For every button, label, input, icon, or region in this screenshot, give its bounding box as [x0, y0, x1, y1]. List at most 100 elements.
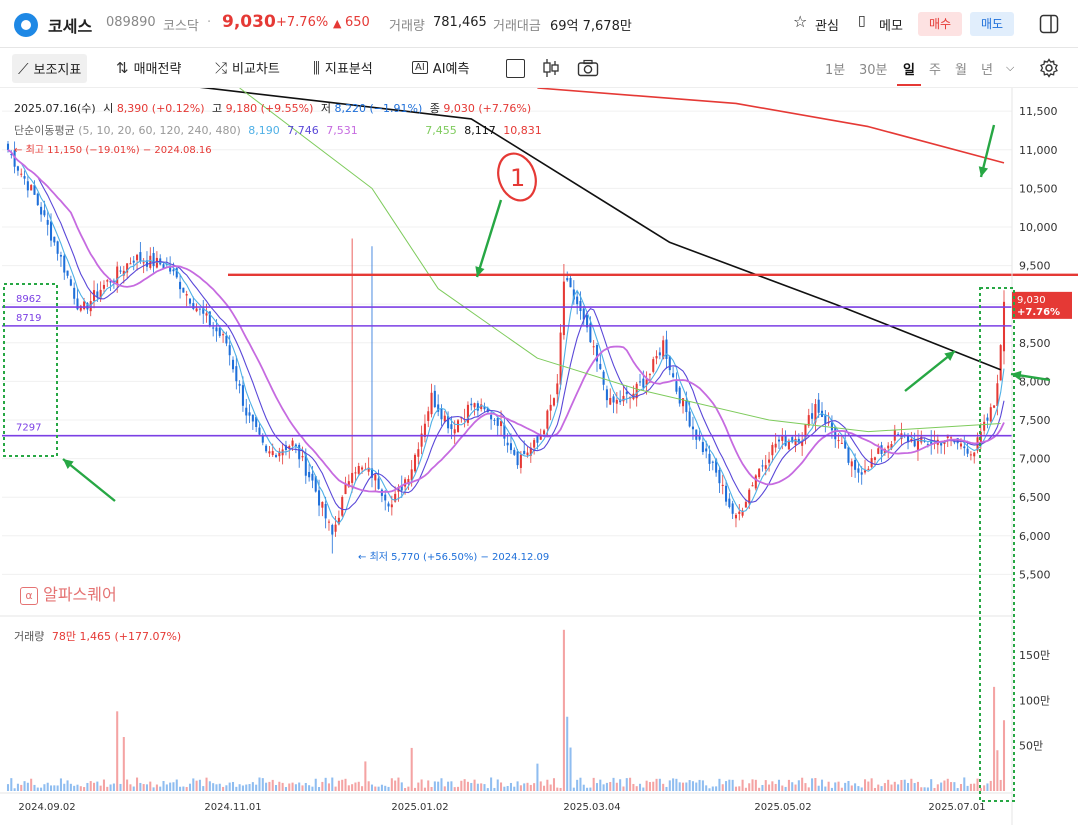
- price-tick-label: 7,000: [1019, 453, 1051, 466]
- square-draw-icon[interactable]: [506, 59, 525, 78]
- volume-bar: [413, 787, 417, 791]
- price-chart[interactable]: 8962 8719 7297 11,500 11,000 10,500 10,000 9,5…: [0, 88, 1078, 825]
- candle-body: [774, 443, 777, 448]
- volume-label: 거래량: [389, 19, 425, 34]
- alpha-logo-icon: α: [20, 587, 38, 605]
- analysis-button[interactable]: ⫼ 지표분석: [313, 58, 373, 78]
- volume-panel-label: 거래량: [14, 630, 45, 643]
- volume-bar: [450, 781, 453, 791]
- timeframe-day[interactable]: 일: [903, 59, 915, 78]
- candle-body: [493, 419, 496, 421]
- volume-bar: [635, 786, 638, 791]
- candle-body: [566, 278, 569, 281]
- favorite-button[interactable]: 관심: [815, 15, 839, 34]
- volume-bar: [887, 779, 890, 791]
- candle-body: [271, 451, 274, 455]
- volume-bar: [344, 778, 347, 791]
- watermark: α 알파스퀘어: [20, 581, 117, 605]
- settings-gear-icon[interactable]: [1039, 58, 1059, 78]
- timeframe-30min[interactable]: 30분: [859, 59, 888, 78]
- volume-bar: [586, 787, 589, 791]
- candle-body: [638, 381, 642, 383]
- candle-body: [102, 284, 105, 289]
- volume-bar: [801, 777, 804, 791]
- volume-bar: [321, 781, 324, 791]
- volume-bar: [314, 778, 317, 791]
- sell-button[interactable]: 매도: [970, 12, 1014, 36]
- volume-bar: [721, 784, 724, 791]
- volume-bar: [562, 629, 565, 791]
- candle-body: [83, 301, 86, 310]
- candle-body: [182, 287, 185, 293]
- volume-bar: [920, 787, 923, 791]
- candle-body: [188, 298, 192, 304]
- price-tick-label: 7,500: [1019, 414, 1051, 427]
- volume-bar: [116, 711, 119, 791]
- candle-body: [509, 443, 512, 451]
- volume-bar: [367, 781, 370, 791]
- ai-predict-button[interactable]: AI AI예측: [412, 58, 469, 77]
- compare-button[interactable]: ⤮ 비교차트: [215, 58, 280, 78]
- indicators-button[interactable]: ⟋ 보조지표: [12, 54, 88, 83]
- open-label: 시: [103, 102, 114, 115]
- candle-body: [854, 459, 857, 470]
- volume-bar: [576, 779, 579, 791]
- timeframe-month[interactable]: 월: [955, 59, 967, 78]
- volume-bar: [275, 785, 278, 791]
- volume-bar: [20, 784, 23, 791]
- memo-button[interactable]: 메모: [879, 15, 903, 34]
- volume-bar: [930, 779, 933, 791]
- timeframe-year[interactable]: 년: [981, 59, 993, 78]
- price-tick-label: 5,500: [1019, 568, 1051, 581]
- ohlc-date: 2025.07.16(수): [14, 102, 96, 115]
- timeframe-1min[interactable]: 1분: [825, 59, 845, 78]
- camera-icon[interactable]: [577, 59, 599, 77]
- volume-bar: [364, 761, 367, 791]
- candle-body: [40, 206, 43, 215]
- timeframe-week[interactable]: 주: [929, 59, 941, 78]
- candle-body: [212, 327, 215, 329]
- star-icon[interactable]: ☆: [793, 12, 807, 31]
- candle-body: [198, 308, 201, 310]
- volume-bar: [334, 786, 337, 791]
- memo-icon[interactable]: ▯: [858, 13, 866, 29]
- volume-bar: [811, 778, 814, 791]
- candle-body: [496, 417, 499, 426]
- volume-bar: [539, 781, 542, 791]
- candle-body: [533, 440, 536, 448]
- high-marker-text: 최고 11,150 (−19.01%) − 2024.08.16: [25, 145, 212, 156]
- candle-body: [873, 457, 876, 460]
- candlestick-type-icon[interactable]: [542, 58, 560, 78]
- chevron-down-icon[interactable]: ⌵: [1006, 61, 1014, 75]
- candle-body: [658, 352, 661, 356]
- volume-bar: [566, 716, 569, 791]
- volume-bar: [142, 784, 145, 791]
- buy-button[interactable]: 매수: [918, 12, 962, 36]
- volume-bar: [619, 779, 622, 791]
- candle-body: [327, 521, 330, 523]
- volume-bar: [860, 787, 863, 791]
- candle-body: [986, 417, 989, 421]
- indicators-label: 보조지표: [33, 63, 82, 78]
- candle-body: [758, 468, 761, 478]
- candle-body: [738, 511, 741, 514]
- candle-body: [950, 437, 953, 439]
- candle-body: [56, 241, 59, 254]
- low-marker: ← 최저 5,770 (+56.50%) − 2024.12.09: [358, 548, 549, 563]
- strategy-button[interactable]: ⇅ 매매전략: [116, 58, 181, 78]
- volume-bar: [480, 783, 483, 791]
- volume-bar: [599, 779, 602, 791]
- candle-body: [192, 303, 195, 309]
- volume-bar: [983, 785, 986, 791]
- candle-body: [562, 281, 565, 336]
- volume-bar: [526, 782, 529, 791]
- volume-bar: [999, 779, 1002, 791]
- candle-body: [324, 504, 327, 519]
- panel-toggle-icon[interactable]: [1039, 14, 1059, 34]
- high-label: 고: [212, 102, 223, 115]
- volume-bar: [513, 786, 516, 791]
- volume-bar: [49, 785, 53, 791]
- candle-body: [23, 176, 26, 179]
- candle-body: [53, 236, 56, 243]
- candle-body: [155, 257, 158, 268]
